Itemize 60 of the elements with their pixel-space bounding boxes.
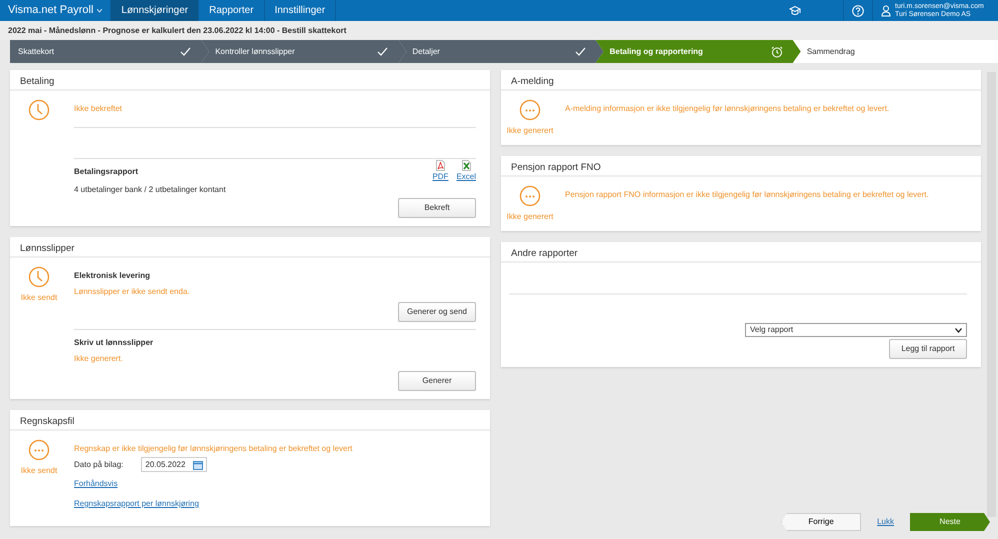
ellipsis-icon: [28, 439, 50, 461]
panel-title: A-melding: [511, 76, 554, 87]
report-select[interactable]: Velg rapport: [745, 323, 967, 337]
scrollbar[interactable]: [987, 72, 996, 517]
back-button[interactable]: Forrige: [781, 513, 862, 531]
app-brand[interactable]: Visma.net Payroll: [8, 0, 94, 21]
status-message: Pensjon rapport FNO informasjon er ikke tilgjengelig før lønnskjøringens betaling er bekreftet og levert.: [565, 189, 930, 201]
status-message: Lønnsslipper er ikke sendt enda.: [74, 286, 191, 298]
status-message: Regnskap er ikke tilgjengelig før lønnskjøringens betaling er bekreftet og levert: [74, 443, 354, 455]
nav-tab[interactable]: Lønnskjøringer: [111, 0, 200, 21]
download-link[interactable]: PDF: [432, 171, 448, 183]
download-link[interactable]: Excel: [456, 171, 476, 183]
check-icon: [180, 47, 192, 56]
status-message: A-melding informasjon er ikke tilgjengelig før lønnskjøringens betaling er bekreftet og levert.: [565, 103, 890, 115]
ellipsis-icon: [519, 185, 541, 207]
excel-file-icon: [462, 160, 471, 171]
panel-title: Andre rapporter: [511, 248, 578, 259]
alarm-clock-icon: [770, 46, 783, 58]
wizard-step[interactable]: Skattekort: [10, 40, 210, 63]
wizard-step[interactable]: Kontroller lønnsslipper: [201, 40, 406, 63]
chevron-down-icon: [955, 328, 962, 332]
calendar-icon: [193, 460, 204, 470]
wizard-step[interactable]: Sammendrag: [792, 40, 998, 63]
panel-title: Pensjon rapport FNO: [511, 162, 601, 173]
check-icon: [377, 47, 388, 56]
run-title: 2022 mai - Månedslønn - Prognose er kalkulert den 23.06.2022 kl 14:00 - Bestill skattekort: [8, 26, 346, 35]
section-title: Skriv ut lønnsslipper: [74, 337, 154, 349]
panel-title: Lønnsslipper: [20, 243, 74, 254]
section-title: Elektronisk levering: [74, 270, 152, 282]
date-field[interactable]: 20.05.2022: [141, 457, 208, 472]
action-button[interactable]: Bekreft: [398, 198, 476, 218]
status-label: Ikke sendt: [20, 465, 58, 477]
link[interactable]: Forhåndsvis: [74, 479, 118, 488]
user-icon: [881, 4, 891, 16]
action-button[interactable]: Legg til rapport: [889, 339, 967, 359]
check-icon: [574, 47, 586, 56]
clock-icon: [28, 266, 50, 288]
status-message: Ikke generert.: [74, 353, 124, 365]
report-summary: 4 utbetalinger bank / 2 utbetalinger kontant: [74, 184, 226, 196]
action-button[interactable]: Generer: [398, 371, 476, 391]
graduation-cap-icon[interactable]: [789, 5, 801, 17]
panel-title: Regnskapsfil: [20, 416, 74, 427]
action-button[interactable]: Generer og send: [398, 302, 476, 322]
link[interactable]: Regnskapsrapport per lønnskjøring: [74, 499, 199, 508]
wizard-step[interactable]: Detaljer: [398, 40, 604, 63]
ellipsis-icon: [519, 99, 541, 121]
panel-title: Betaling: [20, 76, 54, 87]
wizard-step[interactable]: Betaling og rapportering: [596, 40, 801, 63]
field-label: Dato på bilag:: [74, 458, 124, 470]
status-message: Ikke bekreftet: [74, 103, 124, 115]
pdf-file-icon: [436, 160, 445, 171]
next-button[interactable]: Neste: [910, 513, 990, 531]
caret-icon: [97, 8, 102, 12]
status-label: Ikke sendt: [20, 292, 58, 304]
status-label: Ikke generert: [506, 211, 554, 223]
status-label: Ikke generert: [506, 125, 554, 137]
clock-icon: [28, 99, 50, 121]
close-link[interactable]: Lukk: [877, 516, 894, 528]
help-icon[interactable]: [852, 4, 864, 16]
report-title: Betalingsrapport: [74, 166, 140, 178]
